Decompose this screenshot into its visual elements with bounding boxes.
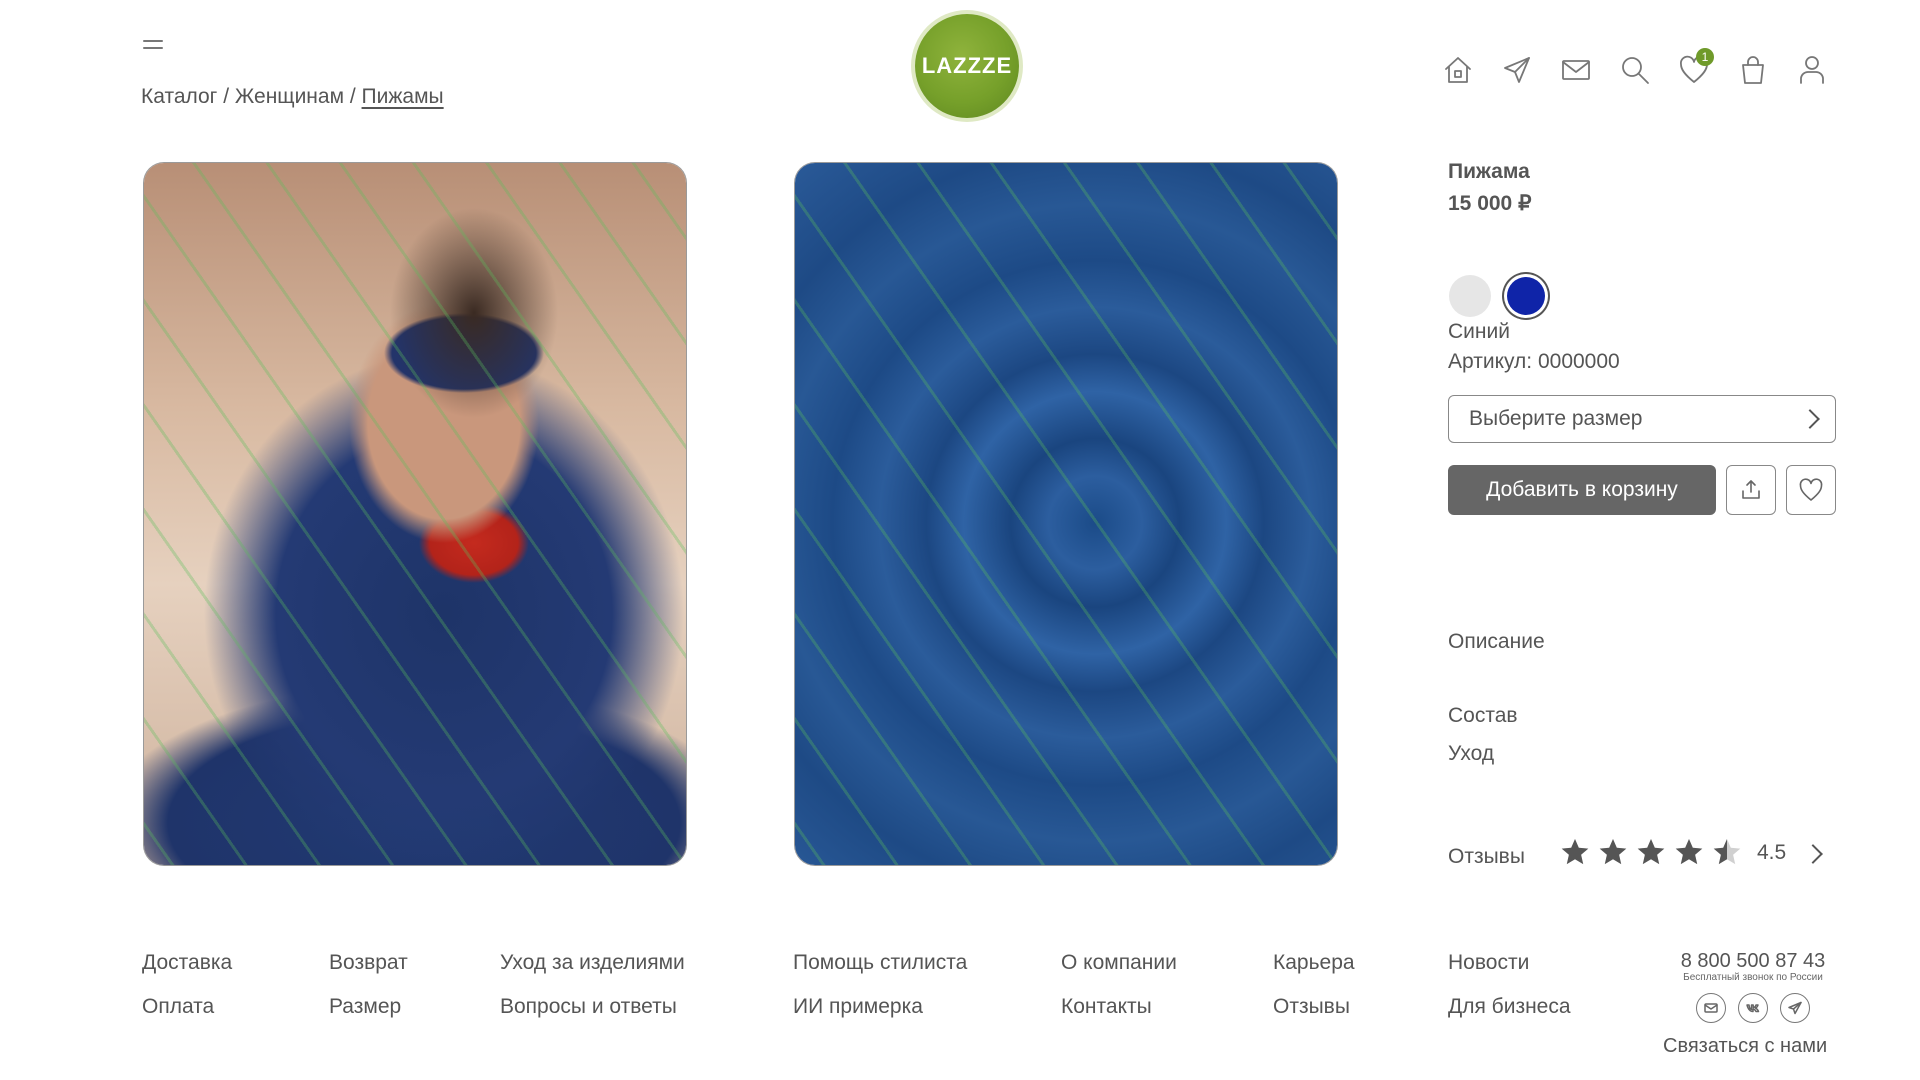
- header-icons: 1: [1440, 48, 1830, 88]
- logo-text: LAZZZE: [921, 53, 1013, 78]
- size-select[interactable]: Выберите размер: [1448, 395, 1836, 443]
- selected-color-label: Синий: [1448, 320, 1510, 343]
- send-button[interactable]: [1499, 52, 1535, 88]
- breadcrumb-catalog[interactable]: Каталог: [141, 85, 217, 108]
- product-title: Пижама: [1448, 160, 1530, 183]
- social-mail-button[interactable]: [1696, 993, 1726, 1023]
- social-telegram-button[interactable]: [1780, 993, 1810, 1023]
- search-icon: [1622, 57, 1649, 84]
- heart-icon: [1799, 478, 1823, 501]
- share-icon: [1742, 480, 1760, 499]
- footer-link-news[interactable]: Новости: [1448, 951, 1529, 975]
- breadcrumb-separator: /: [223, 85, 230, 108]
- breadcrumb-women[interactable]: Женщинам: [235, 85, 344, 108]
- contact-us-link[interactable]: Связаться с нами: [1663, 1035, 1827, 1058]
- product-photo-fabric[interactable]: [795, 163, 1337, 865]
- chevron-right-icon: [1803, 844, 1823, 864]
- pajama-pattern: [144, 163, 686, 865]
- footer-link-payment[interactable]: Оплата: [142, 995, 214, 1019]
- footer-link-returns[interactable]: Возврат: [329, 951, 408, 975]
- accordion-description[interactable]: Описание: [1448, 630, 1545, 654]
- product-price: 15 000 ₽: [1448, 192, 1532, 215]
- user-icon: [1800, 56, 1824, 84]
- send-icon: [1504, 57, 1530, 83]
- social-links: [1696, 993, 1810, 1023]
- reviews-next-button[interactable]: [1803, 844, 1823, 864]
- social-vk-button[interactable]: [1738, 993, 1768, 1023]
- search-button[interactable]: [1617, 52, 1653, 88]
- footer-link-ai-fitting[interactable]: ИИ примерка: [793, 995, 923, 1019]
- star-full-icon: [1561, 839, 1589, 865]
- add-to-cart-button[interactable]: Добавить в корзину: [1448, 465, 1716, 515]
- rating-stars: [1560, 837, 1742, 867]
- footer-link-reviews[interactable]: Отзывы: [1273, 995, 1350, 1019]
- logo[interactable]: LAZZZE: [915, 14, 1019, 118]
- hamburger-menu-button[interactable]: [143, 40, 163, 52]
- footer-link-business[interactable]: Для бизнеса: [1448, 995, 1571, 1019]
- footer-link-care[interactable]: Уход за изделиями: [500, 951, 685, 975]
- star-half-icon: [1713, 839, 1741, 865]
- color-swatch-blue[interactable]: [1507, 277, 1545, 315]
- breadcrumb-pajamas[interactable]: Пижамы: [362, 85, 444, 108]
- footer-link-about[interactable]: О компании: [1061, 951, 1177, 975]
- rating-value: 4.5: [1757, 841, 1787, 864]
- fabric-pattern: [795, 163, 1337, 865]
- footer-link-careers[interactable]: Карьера: [1273, 951, 1355, 975]
- account-button[interactable]: [1794, 52, 1830, 88]
- chevron-right-icon: [1800, 409, 1820, 429]
- star-full-icon: [1675, 839, 1703, 865]
- footer-link-delivery[interactable]: Доставка: [142, 951, 232, 975]
- cart-button[interactable]: [1735, 52, 1771, 88]
- share-button[interactable]: [1726, 465, 1776, 515]
- mail-icon: [1562, 60, 1590, 80]
- size-select-label: Выберите размер: [1469, 407, 1643, 430]
- accordion-composition[interactable]: Состав: [1448, 704, 1518, 728]
- hamburger-icon: [143, 40, 163, 42]
- breadcrumb-separator: /: [349, 85, 356, 108]
- wishlist-button[interactable]: 1: [1676, 48, 1714, 88]
- product-sku: Артикул: 0000000: [1448, 350, 1620, 373]
- reviews-label[interactable]: Отзывы: [1448, 845, 1525, 869]
- bag-icon: [1742, 56, 1764, 84]
- breadcrumb: Каталог / Женщинам / Пижамы: [141, 85, 444, 109]
- star-full-icon: [1637, 839, 1665, 865]
- wishlist-count-badge: 1: [1696, 48, 1714, 66]
- vk-icon: [1746, 1004, 1760, 1013]
- add-to-wishlist-button[interactable]: [1786, 465, 1836, 515]
- footer-link-contacts[interactable]: Контакты: [1061, 995, 1152, 1019]
- mail-icon: [1704, 1003, 1718, 1013]
- footer-link-faq[interactable]: Вопросы и ответы: [500, 995, 677, 1019]
- home-button[interactable]: [1440, 52, 1476, 88]
- footer-link-stylist[interactable]: Помощь стилиста: [793, 951, 967, 975]
- phone-note: Бесплатный звонок по России: [1683, 972, 1823, 983]
- color-swatch-white[interactable]: [1449, 275, 1491, 317]
- accordion-care[interactable]: Уход: [1448, 742, 1494, 766]
- footer-link-size[interactable]: Размер: [329, 995, 401, 1019]
- star-full-icon: [1599, 839, 1627, 865]
- telegram-icon: [1788, 1001, 1802, 1015]
- product-photo-model[interactable]: [144, 163, 686, 865]
- home-icon: [1445, 57, 1471, 83]
- mail-button[interactable]: [1558, 52, 1594, 88]
- phone-number[interactable]: 8 800 500 87 43: [1660, 950, 1846, 973]
